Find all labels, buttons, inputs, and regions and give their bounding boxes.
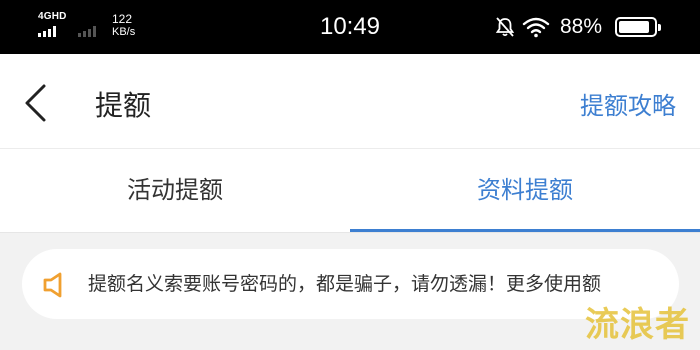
- back-chevron-icon[interactable]: [22, 83, 50, 123]
- notice-banner[interactable]: 提额名义索要账号密码的，都是骗子，请勿透漏！更多使用额: [22, 249, 679, 319]
- speaker-icon: [43, 272, 62, 298]
- battery-percentage: 88%: [560, 15, 603, 38]
- notice-text: 提额名义索要账号密码的，都是骗子，请勿透漏！更多使用额: [88, 273, 602, 295]
- tab-activity-label: 活动提额: [127, 176, 223, 204]
- battery-icon: [615, 17, 661, 37]
- tab-bar: 活动提额 资料提额: [0, 149, 700, 233]
- battery-level-fill: [619, 21, 649, 33]
- watermark-logo: 流浪者: [585, 305, 690, 345]
- tab-profile[interactable]: 资料提额: [350, 149, 700, 232]
- strategy-link[interactable]: 提额攻略: [580, 86, 676, 121]
- wifi-icon: [522, 17, 550, 38]
- tab-active-indicator: [350, 229, 700, 232]
- status-bar: 4GHD 122 KB/s 10:49 88%: [0, 0, 700, 54]
- tab-activity[interactable]: 活动提额: [0, 149, 350, 232]
- page-title: 提额: [95, 89, 152, 122]
- bell-muted-icon: [495, 17, 515, 37]
- nav-bar: 提额 提额攻略: [0, 54, 700, 149]
- tab-profile-label: 资料提额: [477, 176, 573, 204]
